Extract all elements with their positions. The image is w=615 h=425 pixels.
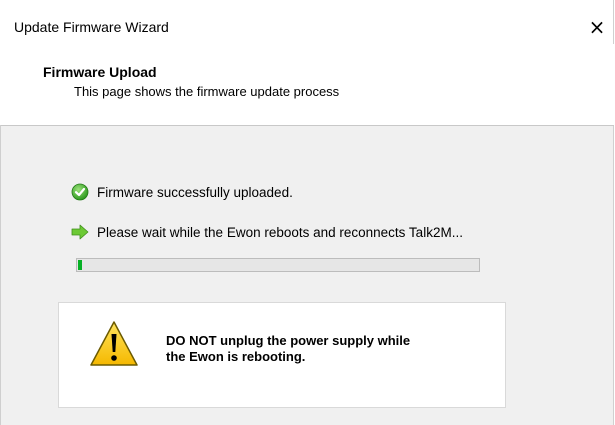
warning-box: DO NOT unplug the power supply while the… <box>58 302 506 408</box>
upload-status-text: Firmware successfully uploaded. <box>97 184 293 200</box>
reboot-status-text: Please wait while the Ewon reboots and r… <box>97 224 463 240</box>
progress-fill <box>78 260 82 270</box>
page-title: Firmware Upload <box>43 64 157 80</box>
wizard-body: Firmware successfully uploaded. Please w… <box>1 126 613 425</box>
warning-triangle-icon <box>89 319 139 369</box>
update-firmware-wizard-window: Update Firmware Wizard × Firmware Upload… <box>0 0 614 425</box>
close-button[interactable]: × <box>580 12 614 42</box>
window-title: Update Firmware Wizard <box>14 19 169 35</box>
page-subtitle: This page shows the firmware update proc… <box>74 84 340 99</box>
warning-line-1: DO NOT unplug the power supply while <box>166 333 411 348</box>
arrow-right-icon <box>71 223 89 241</box>
warning-line-2: the Ewon is rebooting. <box>166 349 306 364</box>
wizard-header: Firmware Upload This page shows the firm… <box>0 44 614 126</box>
close-icon: × <box>588 15 606 39</box>
title-bar: Update Firmware Wizard × <box>0 0 614 44</box>
warning-message: DO NOT unplug the power supply while the… <box>166 333 486 365</box>
reboot-progress-bar <box>76 258 480 272</box>
upload-status-row: Firmware successfully uploaded. <box>71 182 293 202</box>
check-circle-icon <box>71 183 89 201</box>
reboot-status-row: Please wait while the Ewon reboots and r… <box>71 222 463 242</box>
